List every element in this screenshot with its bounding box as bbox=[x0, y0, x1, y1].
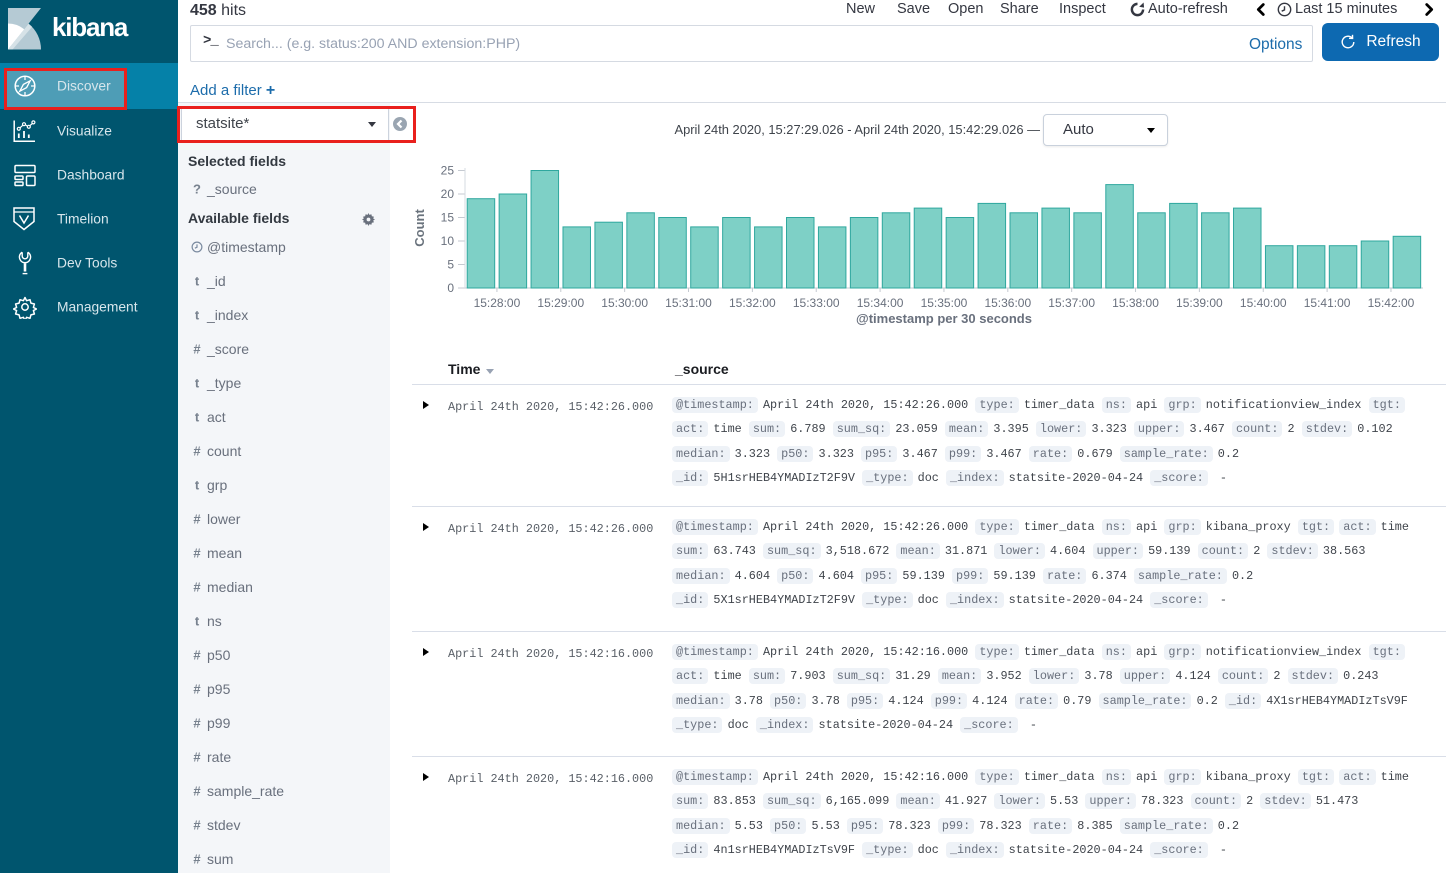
svg-text:@timestamp per 30 seconds: @timestamp per 30 seconds bbox=[856, 311, 1032, 326]
svg-text:15: 15 bbox=[441, 211, 455, 225]
svg-text:15:39:00: 15:39:00 bbox=[1176, 296, 1223, 310]
svg-text:20: 20 bbox=[441, 187, 455, 201]
svg-text:15:32:00: 15:32:00 bbox=[729, 296, 776, 310]
svg-text:0: 0 bbox=[447, 281, 454, 295]
svg-text:15:41:00: 15:41:00 bbox=[1304, 296, 1351, 310]
svg-text:15:34:00: 15:34:00 bbox=[857, 296, 904, 310]
svg-text:15:30:00: 15:30:00 bbox=[601, 296, 648, 310]
svg-text:15:42:00: 15:42:00 bbox=[1368, 296, 1415, 310]
svg-text:15:29:00: 15:29:00 bbox=[537, 296, 584, 310]
svg-text:Count: Count bbox=[412, 209, 427, 247]
svg-text:15:36:00: 15:36:00 bbox=[984, 296, 1031, 310]
svg-text:15:38:00: 15:38:00 bbox=[1112, 296, 1159, 310]
svg-text:15:35:00: 15:35:00 bbox=[921, 296, 968, 310]
svg-text:15:37:00: 15:37:00 bbox=[1048, 296, 1095, 310]
svg-text:15:31:00: 15:31:00 bbox=[665, 296, 712, 310]
svg-text:15:28:00: 15:28:00 bbox=[474, 296, 521, 310]
svg-text:10: 10 bbox=[441, 234, 455, 248]
svg-text:15:40:00: 15:40:00 bbox=[1240, 296, 1287, 310]
svg-text:5: 5 bbox=[447, 258, 454, 272]
svg-text:15:33:00: 15:33:00 bbox=[793, 296, 840, 310]
svg-text:25: 25 bbox=[441, 164, 455, 178]
